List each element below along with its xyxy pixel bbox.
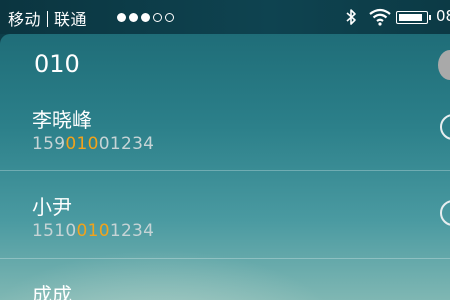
signal-dot xyxy=(129,13,138,22)
battery-level xyxy=(399,14,423,21)
wifi-icon xyxy=(369,8,391,26)
contact-name: 成成 xyxy=(32,283,72,300)
select-radio[interactable] xyxy=(440,200,450,226)
scroll-handle[interactable] xyxy=(438,50,450,80)
contact-number: 15100101234 xyxy=(32,221,154,241)
contact-row[interactable]: 小尹 15100101234 xyxy=(0,187,450,273)
number-match: 010 xyxy=(65,134,99,154)
signal-dot xyxy=(117,13,126,22)
contact-name: 李晓峰 xyxy=(32,108,92,132)
battery-icon xyxy=(396,11,431,24)
divider xyxy=(0,258,450,259)
contact-name: 小尹 xyxy=(32,195,72,219)
carrier-label-mobile: 移动 xyxy=(8,10,42,29)
contact-number: 15901001234 xyxy=(32,134,154,154)
number-prefix: 1510 xyxy=(32,221,77,241)
signal-dot xyxy=(141,13,150,22)
number-prefix: 159 xyxy=(32,134,66,154)
battery-tip xyxy=(429,15,431,20)
search-results-panel: 010 李晓峰 15901001234 小尹 15100101234 成成 xyxy=(0,34,450,300)
number-suffix: 01234 xyxy=(98,134,155,154)
status-bar: 移动联通 08 xyxy=(0,0,450,34)
carrier-separator xyxy=(47,11,49,27)
select-radio[interactable] xyxy=(440,114,450,140)
number-match: 010 xyxy=(76,221,110,241)
number-suffix: 1234 xyxy=(109,221,155,241)
divider xyxy=(0,170,450,171)
signal-dot xyxy=(153,13,162,22)
carrier-info: 移动 联通 xyxy=(8,6,87,30)
contact-row[interactable]: 李晓峰 15901001234 xyxy=(0,100,450,186)
signal-dot xyxy=(165,13,174,22)
bluetooth-icon xyxy=(346,9,356,25)
contact-row[interactable]: 成成 xyxy=(0,275,450,300)
signal-dots-icon xyxy=(117,13,174,22)
carrier-label-unicom: 联通 xyxy=(54,10,88,29)
search-query[interactable]: 010 xyxy=(34,50,80,78)
clock: 08 xyxy=(436,7,450,25)
